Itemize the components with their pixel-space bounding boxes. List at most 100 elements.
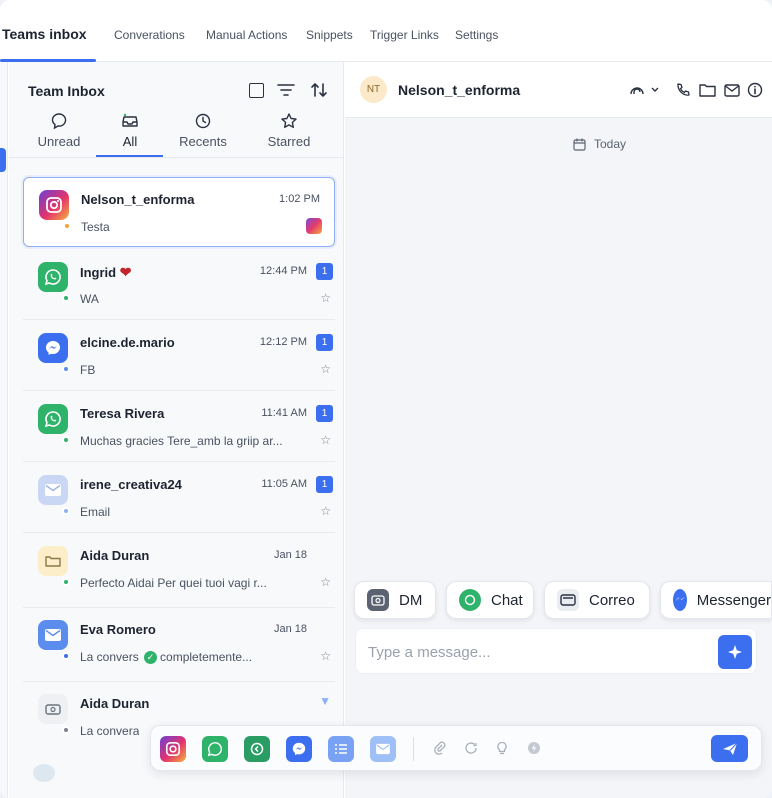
conversation-item[interactable]: Nelson_t_enforma 1:02 PM Testa (23, 177, 335, 247)
chat-bubble-icon (38, 694, 68, 724)
message-time: 11:41 AM (261, 407, 307, 419)
form-icon[interactable] (328, 736, 354, 762)
mail-icon[interactable] (722, 80, 742, 100)
phone-icon[interactable] (673, 80, 693, 100)
conversation-item[interactable]: Ingrid ❤ 12:44 PM 1 WA ☆ (23, 250, 335, 320)
unread-badge: 1 (316, 476, 333, 493)
chat-header: NT Nelson_t_enforma (345, 62, 772, 118)
info-icon[interactable] (745, 80, 765, 100)
channel-pill-correo[interactable]: Correo (544, 581, 650, 619)
email-icon[interactable] (370, 736, 396, 762)
message-time: Jan 18 (273, 623, 307, 635)
message-preview: Email (80, 505, 111, 519)
unread-badge: 1 (316, 405, 333, 422)
conversation-item[interactable]: Teresa Rivera 11:41 AM 1 Muchas gracies … (23, 392, 335, 462)
star-toggle-icon[interactable]: ☆ (320, 433, 331, 447)
channel-pill-dm[interactable]: DM (354, 581, 436, 619)
whatsapp-icon[interactable] (202, 736, 228, 762)
lightbulb-icon[interactable] (493, 739, 511, 757)
whatsapp-icon (38, 404, 68, 434)
folder-icon[interactable] (697, 80, 717, 100)
bolt-icon[interactable] (525, 739, 543, 757)
status-dot (62, 365, 70, 373)
left-rail (0, 62, 8, 798)
contact-name: Ingrid ❤ (80, 264, 132, 280)
star-toggle-icon[interactable]: ☆ (320, 649, 331, 663)
status-dot (62, 726, 70, 734)
sort-icon[interactable] (309, 80, 329, 100)
star-toggle-icon[interactable]: ☆ (320, 291, 331, 305)
email-icon (38, 475, 68, 505)
star-toggle-icon[interactable]: ☆ (320, 362, 331, 376)
pill-label: Messenger (696, 591, 771, 609)
message-preview: Muchas gracies Tere_amb la griip ar... (80, 434, 283, 448)
conversation-item[interactable]: Eva Romero Jan 18 La convers ✓ completeme… (23, 608, 335, 682)
date-label: Today (594, 137, 627, 151)
chat-panel: NT Nelson_t_enforma Today DM Chat Correo… (345, 62, 772, 798)
floating-help-bubble[interactable] (33, 764, 55, 782)
contact-name: Eva Romero (80, 622, 156, 637)
message-time: 12:12 PM (259, 336, 307, 348)
pin-icon[interactable]: ▼ (319, 694, 331, 708)
tab-all[interactable]: All (109, 112, 151, 156)
date-divider: Today (573, 137, 626, 151)
chat-contact-name: Nelson_t_enforma (398, 82, 521, 98)
chat-channel-icon[interactable] (244, 736, 270, 762)
message-preview: Testa (81, 220, 110, 234)
tab-label: Recents (179, 134, 227, 149)
contact-avatar: NT (360, 76, 387, 103)
pill-label: Chat (491, 591, 523, 609)
email-icon (38, 620, 68, 650)
messenger-icon (38, 333, 68, 363)
tab-label: Unread (37, 134, 81, 149)
message-preview: La convers ✓ completemente... (80, 650, 253, 665)
brand-title[interactable]: Teams inbox (2, 26, 87, 42)
message-preview: Perfecto Aidai Per quei tuoi vagi r... (80, 576, 267, 590)
conversation-item[interactable]: Aida Duran Jan 18 Perfecto Aidai Per que… (23, 534, 335, 608)
chat-bubble-icon (38, 546, 68, 576)
refresh-icon[interactable] (462, 739, 480, 757)
message-time: 12:44 PM (259, 265, 307, 277)
tab-recents[interactable]: Recents (177, 112, 229, 156)
status-dot (62, 436, 70, 444)
nav-link-conversations[interactable]: Converations (114, 28, 185, 42)
filter-icon[interactable] (276, 80, 296, 100)
nav-link-trigger-links[interactable]: Trigger Links (370, 28, 439, 42)
whatsapp-icon (38, 262, 68, 292)
message-time: Jan 18 (273, 549, 307, 561)
send-button[interactable] (711, 735, 748, 762)
attachment-icon[interactable] (431, 739, 449, 757)
conversation-item[interactable]: irene_creativa24 11:05 AM 1 Email ☆ (23, 463, 335, 533)
ai-assist-button[interactable] (718, 635, 752, 669)
nav-link-snippets[interactable]: Snippets (306, 28, 353, 42)
chat-round-icon (459, 589, 481, 611)
channel-pill-messenger[interactable]: Messenger (660, 581, 772, 619)
star-toggle-icon[interactable]: ☆ (320, 575, 331, 589)
message-preview: WA (80, 292, 99, 306)
pill-label: DM (399, 591, 423, 609)
star-toggle-icon[interactable]: ☆ (320, 504, 331, 518)
contact-name: Teresa Rivera (80, 406, 165, 421)
status-dot (63, 222, 71, 230)
status-dot (62, 294, 70, 302)
assign-dropdown[interactable] (628, 80, 662, 100)
app-window: Teams inbox Converations Manual Actions … (0, 0, 772, 798)
nav-link-settings[interactable]: Settings (455, 28, 498, 42)
nav-link-manual-actions[interactable]: Manual Actions (206, 28, 287, 42)
tab-starred[interactable]: Starred (264, 112, 314, 156)
message-preview: La convera (80, 724, 140, 738)
status-dot (62, 507, 70, 515)
camera-icon (367, 589, 389, 611)
message-input[interactable] (368, 639, 698, 665)
email-card-icon (557, 589, 579, 611)
instagram-icon[interactable] (160, 736, 186, 762)
rail-active-indicator (0, 148, 6, 172)
star-icon (264, 112, 314, 132)
select-all-checkbox[interactable] (246, 80, 266, 100)
conversation-item[interactable]: elcine.de.mario 12:12 PM 1 FB ☆ (23, 321, 335, 391)
channel-pill-chat[interactable]: Chat (446, 581, 534, 619)
messenger-icon[interactable] (286, 736, 312, 762)
status-dot (62, 578, 70, 586)
inbox-bubble-icon (34, 112, 84, 132)
tab-unread[interactable]: Unread (34, 112, 84, 156)
